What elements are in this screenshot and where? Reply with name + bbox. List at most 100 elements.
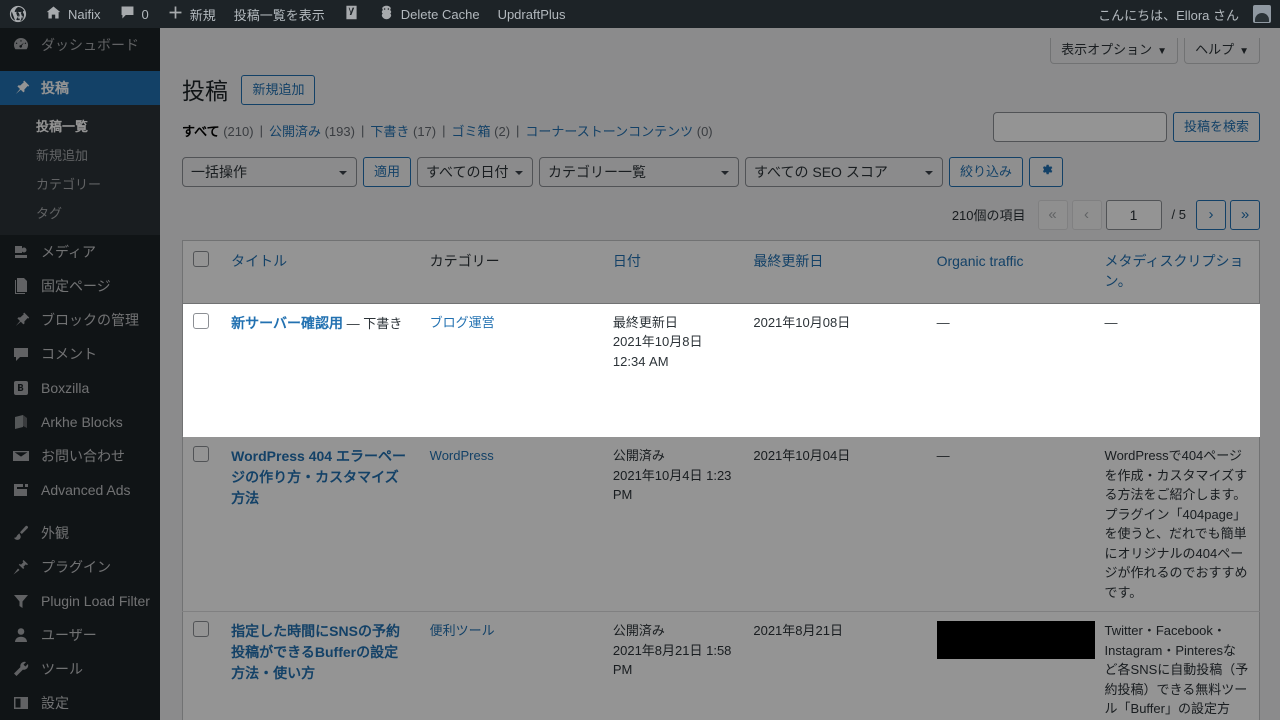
main-content: 表示オプション ▼ ヘルプ ▼ 投稿 新規追加 すべて (210) | 公開済み (… (160, 28, 1280, 720)
post-title-link[interactable]: 新サーバー確認用 (231, 315, 343, 331)
new-content-button[interactable]: 新規 (158, 0, 225, 28)
row-last-modified-cell: 2021年8月21日 (743, 611, 927, 720)
view-all-link[interactable]: すべて (182, 124, 220, 139)
view-trash-link[interactable]: ゴミ箱 (452, 124, 491, 139)
sidebar-item-appearance[interactable]: 外観 (0, 516, 160, 550)
search-input[interactable] (992, 112, 1167, 142)
column-header-last-modified[interactable]: 最終更新日 (743, 240, 927, 305)
help-tab[interactable]: ヘルプ ▼ (1184, 38, 1260, 64)
sidebar-item-settings[interactable]: 設定 (0, 686, 160, 720)
delete-cache-button[interactable]: Delete Cache (369, 0, 489, 28)
category-link[interactable]: WordPress (430, 448, 494, 463)
next-page-button[interactable]: › (1196, 199, 1226, 230)
view-published-link[interactable]: 公開済み (269, 124, 321, 139)
current-page-input[interactable]: 1 (1105, 199, 1162, 230)
row-organic-traffic-cell: — (926, 303, 1095, 437)
site-name-button[interactable]: Naifix (36, 0, 110, 28)
bulk-action-select[interactable]: 一括操作 (182, 156, 357, 187)
comments-button[interactable]: 0 (110, 0, 158, 28)
screen-meta-links: 表示オプション ▼ ヘルプ ▼ (182, 38, 1260, 64)
screen-options-tab[interactable]: 表示オプション ▼ (1050, 38, 1179, 64)
sidebar-item-arkhe-blocks[interactable]: Arkhe Blocks (0, 405, 160, 439)
view-cornerstone-count: (0) (696, 123, 713, 139)
view-cornerstone[interactable]: コーナーストーンコンテンツ (0) (525, 121, 712, 140)
column-header-date[interactable]: 日付 (602, 240, 744, 305)
sidebar-item-comments[interactable]: コメント (0, 337, 160, 371)
home-icon (45, 4, 62, 24)
updraftplus-button[interactable]: UpdraftPlus (489, 0, 575, 28)
search-posts-button[interactable]: 投稿を検索 (1172, 112, 1260, 142)
seo-score-filter-select[interactable]: すべての SEO スコア (745, 156, 944, 187)
view-posts-button[interactable]: 投稿一覧を表示 (225, 0, 334, 28)
sidebar-item-posts[interactable]: 投稿 (0, 71, 168, 105)
view-separator: | (516, 122, 520, 138)
submenu-item-tags[interactable]: タグ (0, 198, 160, 227)
row-meta-description-cell: — (1094, 303, 1260, 437)
row-select-checkbox[interactable] (193, 313, 209, 330)
add-new-post-button[interactable]: 新規追加 (241, 75, 316, 105)
view-cornerstone-link[interactable]: コーナーストーンコンテンツ (525, 124, 693, 139)
submenu-item-add-new[interactable]: 新規追加 (0, 140, 160, 169)
column-header-title[interactable]: タイトル (221, 240, 420, 305)
row-category-cell: 便利ツール (419, 611, 603, 720)
view-trash[interactable]: ゴミ箱 (2) (452, 121, 511, 140)
view-published[interactable]: 公開済み (193) (269, 121, 355, 140)
category-link[interactable]: 便利ツール (430, 623, 495, 638)
row-select-checkbox[interactable] (193, 621, 209, 638)
sidebar-item-contact-form[interactable]: お問い合わせ (0, 439, 160, 473)
sidebar-item-label: メディア (41, 244, 97, 260)
view-draft[interactable]: 下書き (17) (370, 121, 436, 140)
menu-separator (0, 507, 160, 516)
post-title-link[interactable]: WordPress 404 エラーページの作り方・カスタマイズ方法 (231, 448, 406, 506)
sidebar-item-boxzilla[interactable]: Boxzilla (0, 371, 160, 405)
prev-page-button[interactable]: ‹ (1071, 199, 1102, 230)
table-row[interactable]: 指定した時間にSNSの予約投稿ができるBufferの設定方法・使い方 便利ツール… (182, 611, 1260, 720)
admin-bar-right: こんにちは、Ellora さん (1089, 0, 1280, 28)
sidebar-item-block-manager[interactable]: ブロックの管理 (0, 303, 160, 337)
chevron-down-icon: ▼ (1157, 46, 1168, 57)
select-all-checkbox[interactable] (193, 250, 209, 267)
search-box: 投稿を検索 (992, 112, 1260, 142)
category-link[interactable]: ブログ運営 (430, 315, 495, 330)
table-row[interactable]: WordPress 404 エラーページの作り方・カスタマイズ方法 WordPr… (182, 436, 1260, 612)
yoast-seo-button[interactable] (334, 0, 369, 28)
sidebar-item-plugin-load-filter[interactable]: Plugin Load Filter (0, 584, 160, 618)
sidebar-item-plugins[interactable]: プラグイン (0, 550, 160, 584)
avatar (1253, 5, 1271, 23)
column-header-meta-description[interactable]: メタディスクリプション。 (1094, 240, 1260, 305)
sidebar-item-pages[interactable]: 固定ページ (0, 269, 160, 303)
row-select-checkbox[interactable] (193, 446, 209, 463)
table-row[interactable]: 新サーバー確認用 — 下書き ブログ運営 最終更新日 2021年10月8日 12… (182, 303, 1260, 437)
posts-table-body: 新サーバー確認用 — 下書き ブログ運営 最終更新日 2021年10月8日 12… (182, 303, 1260, 720)
total-pages-label: / 5 (1171, 207, 1186, 223)
comment-bubble-icon (119, 4, 136, 24)
submenu-item-categories[interactable]: カテゴリー (0, 169, 160, 198)
filter-submit-button[interactable]: 絞り込み (949, 156, 1024, 187)
last-page-button[interactable]: » (1230, 199, 1260, 230)
sidebar-item-label: Arkhe Blocks (41, 414, 123, 430)
sidebar-item-tools[interactable]: ツール (0, 652, 160, 686)
boxzilla-icon (11, 378, 31, 398)
date-value: 2021年10月4日 1:23 PM (612, 467, 732, 503)
date-filter-select[interactable]: すべての日付 (417, 156, 534, 187)
sidebar-item-media[interactable]: メディア (0, 235, 160, 269)
view-draft-link[interactable]: 下書き (370, 124, 409, 139)
column-settings-button[interactable] (1029, 156, 1064, 187)
sidebar-item-users[interactable]: ユーザー (0, 618, 160, 652)
wordpress-logo-button[interactable] (0, 0, 36, 28)
submenu-item-all-posts[interactable]: 投稿一覧 (0, 111, 160, 140)
my-account-button[interactable]: こんにちは、Ellora さん (1089, 0, 1280, 28)
date-status-label: 最終更新日 (612, 315, 678, 331)
redacted-value-box (936, 621, 1097, 660)
category-filter-select[interactable]: カテゴリー一覧 (539, 156, 740, 187)
first-page-button[interactable]: « (1037, 199, 1068, 230)
chevron-down-icon: ▼ (1239, 46, 1249, 57)
apply-bulk-action-button[interactable]: 適用 (363, 156, 412, 187)
row-category-cell: WordPress (419, 436, 603, 612)
sidebar-item-advanced-ads[interactable]: Advanced Ads (0, 473, 160, 507)
post-title-link[interactable]: 指定した時間にSNSの予約投稿ができるBufferの設定方法・使い方 (231, 623, 400, 681)
sidebar-item-dashboard[interactable]: ダッシュボード (0, 28, 160, 62)
view-all[interactable]: すべて (210) (182, 121, 254, 140)
row-meta-description-cell: WordPressで404ページを作成・カスタマイズする方法をご紹介します。プラ… (1094, 436, 1260, 612)
view-all-count: (210) (223, 123, 254, 139)
